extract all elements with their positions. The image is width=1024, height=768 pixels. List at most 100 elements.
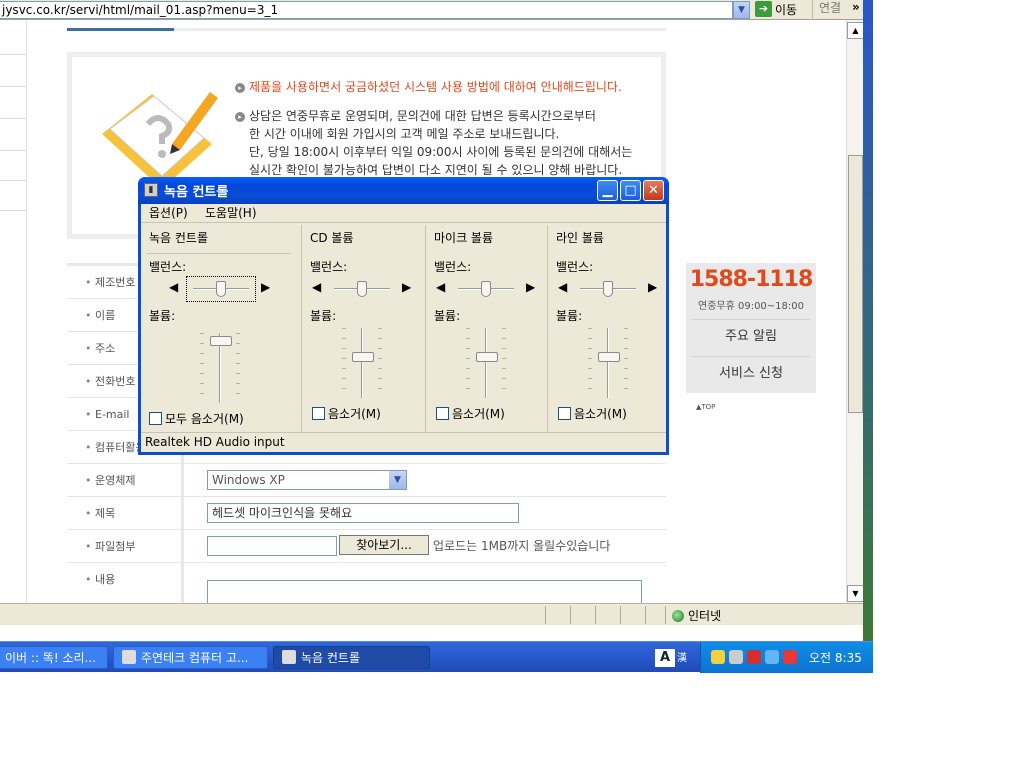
form-label: 운영체제 <box>67 464 184 496</box>
window-title: 녹음 컨트롤 <box>164 185 229 200</box>
scroll-thumb[interactable] <box>848 155 863 413</box>
address-dropdown-button[interactable]: ▼ <box>733 1 750 19</box>
volume-label: 볼륨: <box>310 309 337 323</box>
service-hours: 연중무휴 09:00~18:00 <box>698 301 804 312</box>
os-select[interactable]: Windows XP ▼ <box>207 470 407 490</box>
mute-checkbox[interactable]: 음소거(M) <box>558 405 627 422</box>
info-line: 한 시간 이내에 회원 가입시의 고객 메일 주소로 보내드립니다. <box>249 127 560 141</box>
network-icon[interactable] <box>729 650 743 664</box>
security-zone: 인터넷 <box>672 607 721 624</box>
address-input[interactable]: jysvc.co.kr/servi/html/mail_01.asp?menu=… <box>0 1 733 19</box>
form-row: 파일첨부 찾아보기... 업로드는 1MB까지 올릴수있습니다 <box>67 530 666 563</box>
left-speaker-icon: ◀ <box>169 280 179 294</box>
system-tray: 오전 8:35 <box>700 642 873 673</box>
right-speaker-icon: ▶ <box>526 280 536 294</box>
mixer-column-mic: 마이크 볼륨 밸런스: ◀ ▶ 볼륨: 음소거(M) <box>426 225 548 432</box>
balance-slider[interactable] <box>193 279 249 299</box>
scroll-up-icon[interactable]: ▲ <box>847 22 864 39</box>
phone-number: 1588-1118 <box>689 267 814 292</box>
notice-button[interactable]: 주요 알림 <box>692 319 810 353</box>
bullet-icon: ▸ <box>235 82 245 93</box>
upload-hint: 업로드는 1MB까지 올릴수있습니다 <box>433 539 611 553</box>
antivirus-icon[interactable] <box>783 650 797 664</box>
form-row: 운영체제 Windows XP ▼ <box>67 464 666 497</box>
close-button[interactable]: ✕ <box>643 180 664 201</box>
top-link[interactable]: ▲TOP <box>696 403 715 411</box>
file-path-input[interactable] <box>207 536 337 556</box>
left-speaker-icon: ◀ <box>436 280 446 294</box>
os-select-value: Windows XP <box>212 473 285 487</box>
balance-slider[interactable] <box>458 279 514 299</box>
volume-knob[interactable] <box>352 352 374 362</box>
taskbar: 이버 :: 똑! 소리... 주연테크 컴퓨터 고... 녹음 컨트롤 A 漢 … <box>0 641 873 673</box>
recording-control-window: ▮ 녹음 컨트롤 ▁ □ ✕ 옵션(P) 도움말(H) 녹음 컨트롤 밸런스: … <box>138 177 669 455</box>
mute-checkbox[interactable]: 음소거(M) <box>436 405 505 422</box>
volume-knob[interactable] <box>476 352 498 362</box>
balance-slider[interactable] <box>580 279 636 299</box>
recording-control-icon <box>282 650 296 664</box>
right-speaker-icon: ▶ <box>648 280 658 294</box>
browse-button[interactable]: 찾아보기... <box>339 535 429 555</box>
notepad-pencil-icon <box>102 92 218 189</box>
vertical-scrollbar[interactable]: ▲ ▼ <box>846 20 864 603</box>
left-speaker-icon: ◀ <box>312 280 322 294</box>
mixer-column-cd: CD 볼륨 밸런스: ◀ ▶ 볼륨: 음소거(M) <box>302 225 426 432</box>
menu-bar: 옵션(P) 도움말(H) <box>141 204 666 223</box>
bullet-icon: ▸ <box>235 111 245 122</box>
go-arrow-icon: ➔ <box>755 1 772 17</box>
mixer-app-icon: ▮ <box>144 183 158 197</box>
maximize-button[interactable]: □ <box>620 180 641 201</box>
volume-knob[interactable] <box>210 336 232 346</box>
go-button[interactable]: ➔ 이동 <box>755 1 810 19</box>
info-line: 실시간 확인이 불가능하여 답변이 다소 지연이 될 수 있으니 양해 바랍니다… <box>249 163 623 177</box>
minimize-button[interactable]: ▁ <box>597 180 618 201</box>
mute-all-checkbox[interactable]: 모두 음소거(M) <box>149 410 244 427</box>
form-label: 제목 <box>67 497 184 529</box>
balance-knob[interactable] <box>216 281 226 297</box>
volume-knob[interactable] <box>598 352 620 362</box>
form-row: 제목 헤드셋 마이크인식을 못해요 <box>67 497 666 530</box>
service-request-button[interactable]: 서비스 신청 <box>692 356 810 390</box>
language-indicator[interactable]: A <box>655 649 675 667</box>
scroll-down-icon[interactable]: ▼ <box>847 585 864 602</box>
taskbar-item-active[interactable]: 녹음 컨트롤 <box>273 646 430 669</box>
links-toolbar[interactable]: 연결 <box>812 0 852 20</box>
speaker-icon[interactable] <box>711 650 725 664</box>
volume-label: 볼륨: <box>556 309 583 323</box>
column-title: 마이크 볼륨 <box>434 231 494 245</box>
mixer-column-line: 라인 볼륨 밸런스: ◀ ▶ 볼륨: 음소거(M) <box>548 225 666 432</box>
taskbar-item[interactable]: 주연테크 컴퓨터 고... <box>113 646 268 669</box>
left-speaker-icon: ◀ <box>558 280 568 294</box>
chevron-down-icon[interactable]: ▼ <box>389 471 406 489</box>
content-textarea[interactable] <box>207 580 642 603</box>
info-line: 단, 당일 18:00시 이후부터 익일 09:00시 사이에 등록된 문의건에… <box>249 145 633 159</box>
tab-underline <box>67 28 666 31</box>
form-label: 내용 <box>67 563 184 603</box>
left-nav-column <box>0 20 27 603</box>
volume-slider[interactable] <box>200 333 240 403</box>
balance-slider[interactable] <box>334 279 390 299</box>
volume-label: 볼륨: <box>434 309 461 323</box>
balance-knob[interactable] <box>481 281 491 297</box>
title-input[interactable]: 헤드셋 마이크인식을 못해요 <box>207 503 519 523</box>
device-status: Realtek HD Audio input <box>141 432 666 452</box>
volume-slider[interactable] <box>466 328 506 398</box>
mute-checkbox[interactable]: 음소거(M) <box>312 405 381 422</box>
balance-knob[interactable] <box>603 281 613 297</box>
menu-help[interactable]: 도움말(H) <box>205 204 257 222</box>
right-speaker-icon: ▶ <box>261 280 271 294</box>
volume-slider[interactable] <box>342 328 382 398</box>
globe-icon <box>672 610 684 622</box>
volume-slider[interactable] <box>588 328 628 398</box>
balance-label: 밸런스: <box>149 260 187 274</box>
window-titlebar[interactable]: ▮ 녹음 컨트롤 ▁ □ ✕ <box>138 177 669 204</box>
ime-indicator[interactable]: 漢 <box>677 649 687 664</box>
taskbar-item[interactable]: 이버 :: 똑! 소리... <box>0 646 108 669</box>
security-shield-icon[interactable] <box>747 650 761 664</box>
column-title: CD 볼륨 <box>310 231 354 245</box>
menu-options[interactable]: 옵션(P) <box>149 204 188 222</box>
column-title: 라인 볼륨 <box>556 231 604 245</box>
ie-icon <box>122 650 136 664</box>
balance-knob[interactable] <box>357 281 367 297</box>
bluetooth-icon[interactable] <box>765 650 779 664</box>
